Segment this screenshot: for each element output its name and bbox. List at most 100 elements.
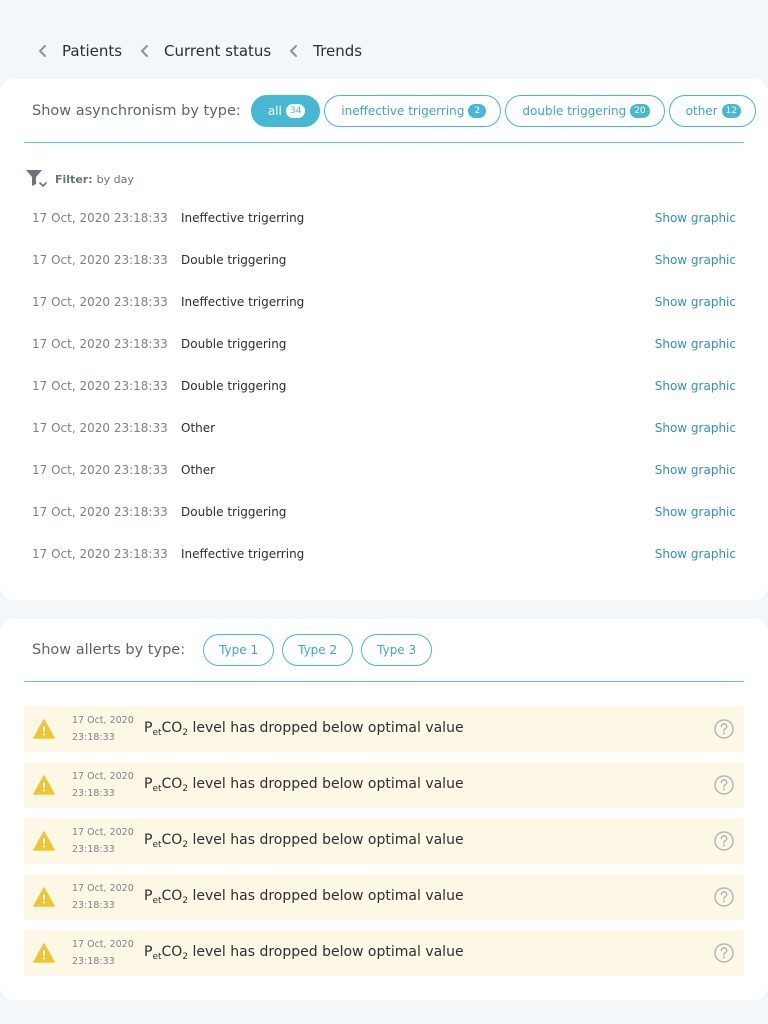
alert-date: 17 Oct, 2020 [72,771,134,782]
alert-message: PetCO2 level has dropped below optimal v… [144,720,464,738]
alert-type-2-pill[interactable]: Type 2 [282,634,354,666]
show-graphic-link[interactable]: Show graphic [655,547,736,561]
chevron-left-icon [36,44,50,58]
alert-date: 17 Oct, 2020 [72,883,134,894]
msg-part: CO [161,720,183,736]
event-type: Ineffective trigerring [181,211,305,225]
event-timestamp: 17 Oct, 2020 23:18:33 [32,379,168,393]
event-row: 17 Oct, 2020 23:18:33 Ineffective triger… [32,281,736,323]
alerts-type-bar: Show allerts by type: Type 1 Type 2 Type… [24,619,744,682]
msg-part: level has dropped below optimal value [188,944,464,960]
warning-icon [33,719,55,739]
pill-label: other [685,103,718,118]
show-graphic-link[interactable]: Show graphic [655,421,736,435]
alert-type-1-pill[interactable]: Type 1 [203,634,275,666]
alerts-title: Show allerts by type: [32,642,186,658]
msg-subscript: et [152,728,162,738]
event-type: Ineffective trigerring [181,295,305,309]
event-row: 17 Oct, 2020 23:18:33 Double triggering … [32,323,736,365]
alert-date: 17 Oct, 2020 [72,939,134,950]
event-timestamp: 17 Oct, 2020 23:18:33 [32,337,168,351]
pill-label: ineffective trigerring [341,103,465,118]
alert-date: 17 Oct, 2020 [72,827,134,838]
alert-list: 17 Oct, 2020 23:18:33 PetCO2 level has d… [24,706,744,986]
type-pill-ineffective-triggering[interactable]: ineffective trigerring 2 [324,94,502,127]
event-timestamp: 17 Oct, 2020 23:18:33 [32,463,168,477]
msg-part: CO [161,832,183,848]
help-circle-icon[interactable] [714,887,734,907]
count-badge: 12 [721,103,742,118]
event-list: 17 Oct, 2020 23:18:33 Ineffective triger… [32,197,736,575]
count-badge: 2 [468,103,487,118]
breadcrumb-label: Current status [164,42,272,60]
alert-message: PetCO2 level has dropped below optimal v… [144,944,464,962]
event-timestamp: 17 Oct, 2020 23:18:33 [32,295,168,309]
alert-message: PetCO2 level has dropped below optimal v… [144,832,464,850]
alert-message: PetCO2 level has dropped below optimal v… [144,776,464,794]
alert-datetime: 17 Oct, 2020 23:18:33 [72,712,144,746]
show-graphic-link[interactable]: Show graphic [655,253,736,267]
alert-time: 23:18:33 [72,956,115,967]
show-graphic-link[interactable]: Show graphic [655,379,736,393]
event-timestamp: 17 Oct, 2020 23:18:33 [32,547,168,561]
msg-part: CO [161,888,183,904]
msg-subscript: et [152,896,162,906]
help-circle-icon[interactable] [714,719,734,739]
msg-part: level has dropped below optimal value [188,776,464,792]
msg-part: level has dropped below optimal value [188,832,464,848]
show-graphic-link[interactable]: Show graphic [655,211,736,225]
filter-control[interactable]: Filter: by day [25,169,134,189]
help-circle-icon[interactable] [714,831,734,851]
event-type: Double triggering [181,337,287,351]
filter-key: Filter: [55,172,93,186]
help-circle-icon[interactable] [714,943,734,963]
event-type: Other [181,421,216,435]
breadcrumb-item-patients[interactable]: Patients [36,42,138,60]
show-graphic-link[interactable]: Show graphic [655,505,736,519]
type-pill-double-triggering[interactable]: double triggering 20 [505,94,665,127]
event-type: Double triggering [181,505,287,519]
msg-part: CO [161,944,183,960]
show-graphic-link[interactable]: Show graphic [655,295,736,309]
alert-item: 17 Oct, 2020 23:18:33 PetCO2 level has d… [24,930,744,976]
event-type: Double triggering [181,253,287,267]
show-graphic-link[interactable]: Show graphic [655,463,736,477]
pill-label: double triggering [522,103,627,118]
event-timestamp: 17 Oct, 2020 23:18:33 [32,211,168,225]
alert-datetime: 17 Oct, 2020 23:18:33 [72,824,144,858]
help-circle-icon[interactable] [714,775,734,795]
event-timestamp: 17 Oct, 2020 23:18:33 [32,253,168,267]
event-type: Double triggering [181,379,287,393]
alert-type-3-pill[interactable]: Type 3 [361,634,433,666]
filter-icon [25,169,49,189]
warning-icon [33,887,55,907]
alert-item: 17 Oct, 2020 23:18:33 PetCO2 level has d… [24,818,744,864]
warning-icon [33,831,55,851]
type-pill-all[interactable]: all 34 [250,94,321,127]
event-row: 17 Oct, 2020 23:18:33 Ineffective triger… [32,533,736,575]
alert-datetime: 17 Oct, 2020 23:18:33 [72,880,144,914]
event-timestamp: 17 Oct, 2020 23:18:33 [32,505,168,519]
event-type: Other [181,463,216,477]
breadcrumb-item-current-status[interactable]: Current status [138,42,287,60]
event-row: 17 Oct, 2020 23:18:33 Other Show graphic [32,407,736,449]
chevron-left-icon [138,44,152,58]
alert-message: PetCO2 level has dropped below optimal v… [144,888,464,906]
msg-part: level has dropped below optimal value [188,720,464,736]
alert-item: 17 Oct, 2020 23:18:33 PetCO2 level has d… [24,762,744,808]
asynchronism-type-bar: Show asynchronism by type: all 34 ineffe… [24,79,757,143]
alert-item: 17 Oct, 2020 23:18:33 PetCO2 level has d… [24,874,744,920]
alert-time: 23:18:33 [72,732,115,743]
pill-label: all [267,103,282,118]
filter-value: by day [96,172,134,186]
asynchronism-title: Show asynchronism by type: [32,102,241,119]
warning-icon [33,775,55,795]
event-row: 17 Oct, 2020 23:18:33 Double triggering … [32,491,736,533]
asynchronism-card: Show asynchronism by type: all 34 ineffe… [0,79,768,600]
show-graphic-link[interactable]: Show graphic [655,337,736,351]
type-pill-other[interactable]: other 12 [668,94,757,127]
breadcrumb-item-trends[interactable]: Trends [287,42,378,60]
msg-part: CO [161,776,183,792]
alert-datetime: 17 Oct, 2020 23:18:33 [72,936,144,970]
alerts-card: Show allerts by type: Type 1 Type 2 Type… [0,619,768,1000]
